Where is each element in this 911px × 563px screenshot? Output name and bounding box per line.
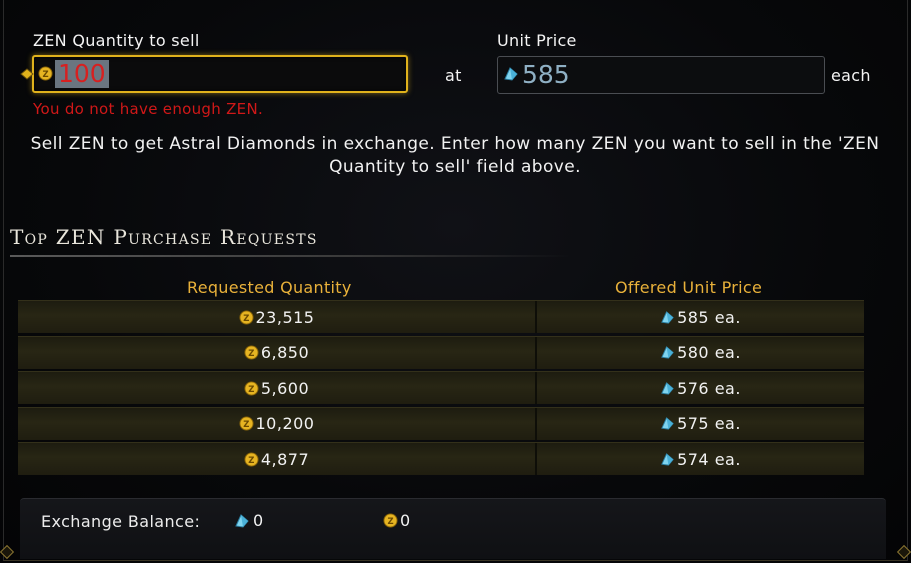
requested-quantity-cell: Z 23,515 <box>18 301 537 333</box>
table-row[interactable]: Z 10,200 575 ea. <box>18 406 864 440</box>
offered-price-cell: 580 ea. <box>537 337 864 369</box>
column-header-requested-quantity[interactable]: Requested Quantity <box>187 278 352 297</box>
astral-diamond-icon <box>660 416 675 431</box>
focus-arrow-icon <box>20 68 34 80</box>
price-value: 576 ea. <box>677 378 741 398</box>
astral-diamond-icon <box>660 381 675 396</box>
astral-diamond-balance: 0 <box>234 511 263 530</box>
quantity-value: 10,200 <box>255 414 315 433</box>
exchange-balance-label: Exchange Balance: <box>41 512 201 531</box>
table-row[interactable]: Z 6,850 580 ea. <box>18 335 864 369</box>
quantity-value: 23,515 <box>255 307 315 327</box>
astral-diamond-balance-value: 0 <box>253 511 264 530</box>
zen-coin-icon: Z <box>244 451 259 467</box>
section-title: Top ZEN Purchase Requests <box>10 225 318 249</box>
column-header-offered-unit-price[interactable]: Offered Unit Price <box>615 278 762 297</box>
instructions-text: Sell ZEN to get Astral Diamonds in excha… <box>30 134 880 177</box>
zen-balance-value: 0 <box>400 511 411 530</box>
zen-coin-icon: Z <box>238 416 254 431</box>
requested-quantity-cell: Z 4,877 <box>18 443 537 475</box>
svg-text:Z: Z <box>387 516 393 526</box>
svg-text:Z: Z <box>243 312 250 322</box>
table-row[interactable]: Z 4,877 574 ea. <box>18 442 864 475</box>
offered-price-cell: 574 ea. <box>537 443 864 475</box>
astral-diamond-icon <box>660 452 675 467</box>
zen-coin-icon: Z <box>244 345 259 360</box>
requested-quantity-cell: Z 6,850 <box>18 336 537 369</box>
zen-coin-icon: Z <box>38 66 53 81</box>
requested-quantity-cell: Z 10,200 <box>18 407 537 440</box>
svg-text:Z: Z <box>42 69 48 79</box>
section-divider <box>10 255 570 257</box>
astral-diamond-icon <box>504 67 518 81</box>
zen-quantity-value[interactable]: 100 <box>55 60 109 88</box>
table-row[interactable]: Z 5,600 576 ea. <box>18 371 864 404</box>
svg-text:Z: Z <box>248 348 255 358</box>
each-label: each <box>831 66 871 85</box>
svg-text:Z: Z <box>248 454 255 464</box>
unit-price-value[interactable]: 585 <box>522 60 570 89</box>
zen-coin-icon: Z <box>383 513 398 528</box>
offered-price-cell: 575 ea. <box>537 408 864 440</box>
astral-diamond-icon <box>660 345 675 360</box>
table-row[interactable]: Z 23,515 585 ea. <box>18 300 864 333</box>
quantity-value: 5,600 <box>260 378 310 398</box>
price-value: 585 ea. <box>677 307 741 327</box>
price-value: 575 ea. <box>677 414 741 433</box>
astral-diamond-icon <box>234 513 250 529</box>
zen-quantity-label: ZEN Quantity to sell <box>33 31 200 50</box>
requested-quantity-cell: Z 5,600 <box>18 372 537 404</box>
error-message: You do not have enough ZEN. <box>33 100 264 118</box>
offered-price-cell: 576 ea. <box>537 372 864 404</box>
astral-diamond-icon <box>660 310 675 325</box>
zen-balance: Z 0 <box>383 511 410 530</box>
price-value: 580 ea. <box>677 343 741 362</box>
at-label: at <box>445 66 462 85</box>
quantity-value: 6,850 <box>260 343 310 362</box>
unit-price-label: Unit Price <box>497 31 577 50</box>
zen-coin-icon: Z <box>244 380 259 396</box>
svg-text:Z: Z <box>248 383 255 393</box>
quantity-value: 4,877 <box>260 449 310 469</box>
purchase-requests-table: Z 23,515 585 ea. Z 6,850 580 ea. Z 5,600… <box>18 300 864 478</box>
svg-text:Z: Z <box>243 419 250 429</box>
price-value: 574 ea. <box>677 449 741 469</box>
zen-coin-icon: Z <box>238 309 254 325</box>
offered-price-cell: 585 ea. <box>537 301 864 333</box>
